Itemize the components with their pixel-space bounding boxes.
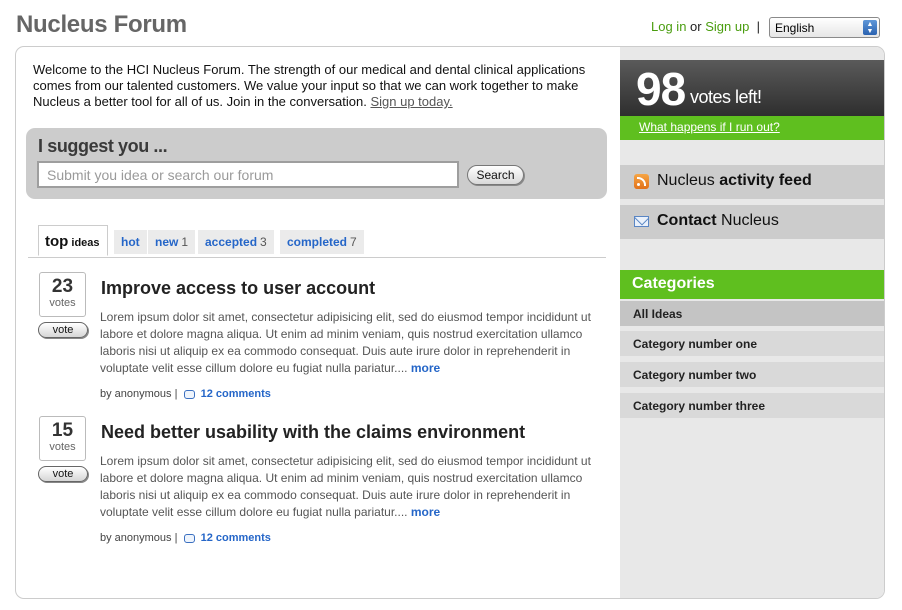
contact-bold: Contact	[657, 212, 717, 229]
categories-header: Categories	[620, 270, 884, 299]
welcome-text: Welcome to the HCI Nucleus Forum. The st…	[33, 62, 586, 109]
idea-title[interactable]: Improve access to user account	[101, 278, 375, 299]
tab-label: completed	[287, 235, 348, 249]
category-label: Category number two	[633, 368, 757, 382]
vote-count: 15	[51, 420, 74, 441]
tab-count: 3	[260, 235, 267, 249]
search-button[interactable]: Search	[467, 165, 524, 185]
category-label: Category number one	[633, 337, 758, 351]
idea-author: by anonymous |	[100, 388, 178, 400]
language-value: English	[775, 21, 815, 35]
vote-button[interactable]: vote	[38, 466, 88, 482]
category-label: Category number three	[633, 399, 766, 413]
tab-count: 7	[350, 235, 357, 249]
forum-panel: Welcome to the HCI Nucleus Forum. The st…	[15, 46, 885, 599]
site-title: Nucleus Forum	[16, 11, 187, 38]
activity-feed-bold: activity feed	[719, 172, 812, 189]
activity-feed-label: Nucleus activity feed	[657, 172, 812, 190]
welcome-message: Welcome to the HCI Nucleus Forum. The st…	[33, 62, 598, 110]
tab-hot[interactable]: hot	[114, 230, 147, 254]
comment-icon	[183, 390, 195, 399]
login-link[interactable]: Log in	[651, 19, 686, 34]
more-link[interactable]: more	[411, 505, 440, 519]
votes-left-banner: 98 votes left!	[620, 60, 884, 116]
activity-feed-prefix: Nucleus	[657, 172, 715, 189]
suggest-box: I suggest you ... Submit you idea or sea…	[26, 128, 607, 199]
main-content: Welcome to the HCI Nucleus Forum. The st…	[16, 47, 620, 598]
contact-label: Contact Nucleus	[657, 212, 779, 230]
idea-title[interactable]: Need better usability with the claims en…	[101, 422, 525, 443]
idea-body-text: Lorem ipsum dolor sit amet, consectetur …	[100, 454, 591, 519]
tab-top-ideas[interactable]: top ideas	[38, 225, 108, 256]
idea-author: by anonymous |	[100, 532, 178, 544]
comment-icon	[183, 534, 195, 543]
suggest-title: I suggest you ...	[38, 136, 168, 156]
what-happens-bar: What happens if I run out?	[620, 116, 884, 140]
language-select[interactable]: English ▲ ▼	[769, 17, 880, 38]
signup-today-link[interactable]: Sign up today.	[370, 94, 452, 109]
vote-count-box: 23 votes	[39, 272, 86, 317]
tab-label: hot	[121, 235, 140, 249]
idea-body-text: Lorem ipsum dolor sit amet, consectetur …	[100, 310, 591, 375]
separator: |	[756, 19, 760, 34]
mail-icon	[634, 216, 649, 227]
more-link[interactable]: more	[411, 361, 440, 375]
tabs-divider	[28, 257, 606, 258]
contact-link[interactable]: Contact Nucleus	[620, 205, 884, 239]
category-label: All Ideas	[633, 307, 683, 321]
signup-link[interactable]: Sign up	[705, 19, 749, 34]
tab-label: top	[45, 233, 69, 250]
or-text: or	[690, 19, 702, 34]
contact-suffix: Nucleus	[721, 212, 779, 229]
rss-icon	[634, 174, 649, 189]
tab-label: new	[155, 235, 179, 249]
idea-body: Lorem ipsum dolor sit amet, consectetur …	[100, 309, 605, 377]
auth-links: Log in or Sign up |	[651, 19, 760, 34]
tab-new[interactable]: new 1	[148, 230, 196, 254]
idea-body: Lorem ipsum dolor sit amet, consectetur …	[100, 453, 605, 521]
idea-meta: by anonymous | 12 comments	[100, 532, 271, 544]
activity-feed-link[interactable]: Nucleus activity feed	[620, 165, 884, 199]
comments-link[interactable]: 12 comments	[201, 388, 271, 400]
select-arrows-icon: ▲ ▼	[863, 20, 877, 35]
vote-count-label: votes	[49, 297, 76, 309]
tab-label: accepted	[205, 235, 258, 249]
vote-count-box: 15 votes	[39, 416, 86, 461]
vote-button[interactable]: vote	[38, 322, 88, 338]
tab-accepted[interactable]: accepted 3	[198, 230, 274, 254]
category-one[interactable]: Category number one	[620, 331, 884, 356]
tab-count: 1	[181, 235, 189, 249]
votes-left-number: 98	[636, 63, 686, 115]
what-happens-link[interactable]: What happens if I run out?	[639, 120, 780, 134]
category-two[interactable]: Category number two	[620, 362, 884, 387]
category-three[interactable]: Category number three	[620, 393, 884, 418]
category-all-ideas[interactable]: All Ideas	[620, 301, 884, 326]
search-input[interactable]: Submit you idea or search our forum	[37, 161, 459, 188]
tab-suffix: ideas	[71, 237, 100, 249]
vote-count-label: votes	[49, 441, 76, 453]
votes-left-text: votes left!	[690, 87, 762, 107]
comments-link[interactable]: 12 comments	[201, 532, 271, 544]
tab-completed[interactable]: completed 7	[280, 230, 364, 254]
idea-meta: by anonymous | 12 comments	[100, 388, 271, 400]
sidebar: 98 votes left! What happens if I run out…	[620, 47, 884, 598]
vote-count: 23	[51, 276, 74, 297]
categories-title: Categories	[632, 275, 715, 292]
